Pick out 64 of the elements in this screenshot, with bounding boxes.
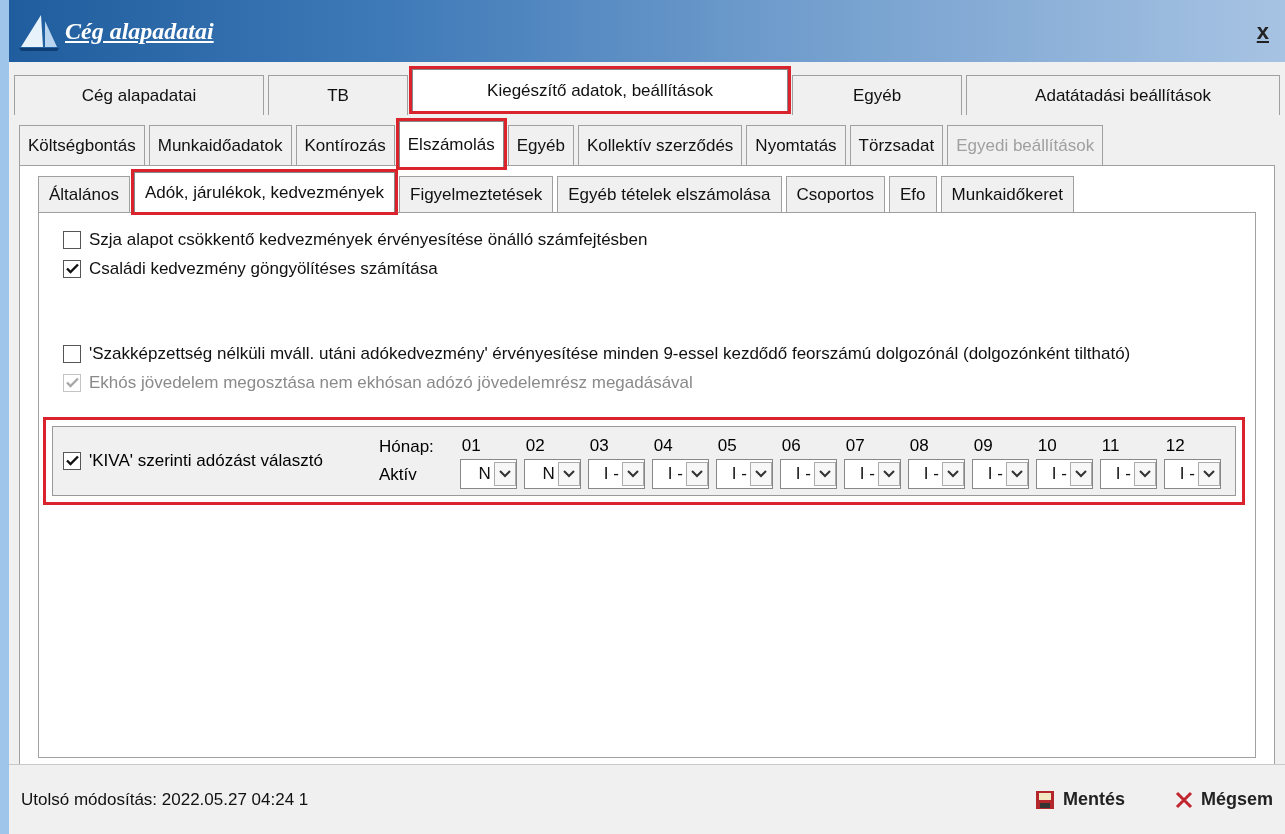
tab[interactable]: Költségbontás (19, 125, 145, 165)
month-number: 07 (844, 435, 865, 457)
month-number: 04 (652, 435, 673, 457)
month-number: 05 (716, 435, 737, 457)
option-label: Családi kedvezmény göngyölítéses számítása (89, 257, 438, 280)
month-number: 09 (972, 435, 993, 457)
tab[interactable]: Elszámolás (398, 121, 504, 167)
tab[interactable]: Efo (889, 176, 937, 212)
month-number: 02 (524, 435, 545, 457)
active-label: Aktív (379, 463, 418, 486)
option-label: 'Szakképzettség nélküli mváll. utáni adókedvezmény' érvényesítése minden 9-essel kezdődő feorszámú dolgozónál (dolgozónként tiltható) (89, 342, 1131, 365)
checkbox[interactable] (63, 259, 81, 278)
tab[interactable]: Egyéb tételek elszámolása (557, 176, 782, 212)
check-icon (65, 263, 79, 274)
tab[interactable]: Törzsadat (849, 125, 944, 165)
tab[interactable]: Kollektív szerződés (577, 125, 743, 165)
month-dropdown[interactable]: I - (715, 458, 773, 489)
option-label: Ekhós jövedelem megosztása nem ekhósan adózó jövedelemrész megadásával (89, 371, 693, 394)
month-dropdown[interactable]: N (523, 458, 581, 489)
month-dropdown[interactable]: I - (1163, 458, 1221, 489)
tab[interactable]: Csoportos (785, 176, 885, 212)
check-icon (65, 377, 79, 388)
tab[interactable]: Egyéb (792, 75, 962, 115)
month-dropdown[interactable]: I - (779, 458, 837, 489)
tab[interactable]: Egyéb (507, 125, 574, 165)
checkbox[interactable] (63, 230, 81, 249)
month-label: Hónap: (379, 436, 434, 459)
tab[interactable]: Munkaidőkeret (940, 176, 1075, 212)
month-dropdown[interactable]: I - (651, 458, 709, 489)
month-number: 08 (908, 435, 929, 457)
month-dropdown[interactable]: I - (843, 458, 901, 489)
month-number: 03 (588, 435, 609, 457)
check-icon (65, 455, 79, 467)
tab[interactable]: Adók, járulékok, kedvezmények (133, 172, 395, 212)
save-button[interactable]: Mentés (1034, 786, 1125, 813)
tab[interactable]: TB (268, 75, 408, 115)
close-icon (1174, 790, 1193, 809)
month-dropdown[interactable]: I - (971, 458, 1029, 489)
month-dropdown[interactable]: I - (1099, 458, 1157, 489)
checkbox[interactable] (63, 451, 81, 470)
kiva-label: 'KIVA' szerinti adózást választó (89, 450, 323, 472)
tab[interactable]: Általános (38, 176, 130, 212)
month-number: 01 (460, 435, 481, 457)
tab[interactable]: Nyomtatás (746, 125, 846, 165)
close-button[interactable]: x (1248, 14, 1277, 48)
month-number: 12 (1164, 435, 1185, 457)
month-dropdown[interactable]: I - (1035, 458, 1093, 489)
window-title: Cég alapadatai (65, 17, 214, 46)
month-number: 10 (1036, 435, 1057, 457)
tab[interactable]: Adatátadási beállítások (966, 75, 1280, 115)
tab[interactable]: Kiegészítő adatok, beállítások (412, 69, 788, 111)
month-dropdown[interactable]: I - (907, 458, 965, 489)
month-number: 06 (780, 435, 801, 457)
option-label: Szja alapot csökkentő kedvezmények érvényesítése önálló számfejtésben (89, 228, 648, 251)
tab[interactable]: Cég alapadatai (14, 75, 264, 115)
last-modified-text: Utolsó módosítás: 2022.05.27 04:24 1 (21, 788, 309, 811)
checkbox[interactable] (63, 344, 81, 363)
cancel-button[interactable]: Mégsem (1174, 786, 1273, 813)
month-dropdown[interactable]: N (459, 458, 517, 489)
tab[interactable]: Figyelmeztetések (399, 176, 554, 212)
tab[interactable]: Munkaidőadatok (148, 125, 292, 165)
month-dropdown[interactable]: I - (587, 458, 645, 489)
tab[interactable]: Kontírozás (295, 125, 395, 165)
month-number: 11 (1100, 435, 1120, 457)
